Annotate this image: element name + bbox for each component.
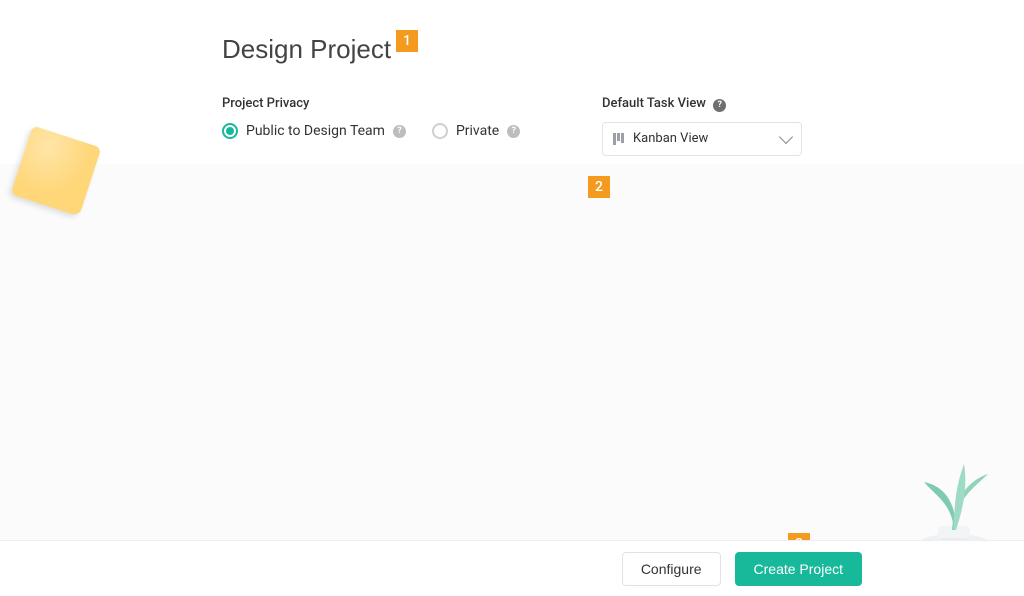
footer-bar: Configure Create Project — [0, 540, 1024, 596]
project-title-input[interactable] — [222, 34, 802, 75]
callout-badge-1: 1 — [396, 30, 418, 52]
default-view-label-text: Default Task View — [602, 96, 706, 111]
kanban-icon — [613, 133, 625, 145]
create-project-button[interactable]: Create Project — [735, 552, 862, 586]
privacy-public-radio[interactable]: Public to Design Team ? — [222, 123, 406, 139]
lower-panel — [0, 164, 1024, 596]
privacy-label: Project Privacy — [222, 96, 520, 111]
plant-icon — [894, 434, 1014, 554]
chevron-down-icon — [779, 130, 793, 144]
default-view-select[interactable]: Kanban View — [602, 122, 802, 156]
privacy-private-label: Private — [456, 123, 499, 139]
help-icon[interactable]: ? — [713, 99, 726, 112]
plant-decor — [894, 434, 1014, 554]
privacy-public-label: Public to Design Team — [246, 123, 385, 139]
configure-button[interactable]: Configure — [622, 552, 721, 586]
radio-unselected-icon — [432, 123, 448, 139]
callout-badge-2: 2 — [588, 176, 610, 198]
help-icon[interactable]: ? — [393, 125, 406, 138]
radio-selected-icon — [222, 123, 238, 139]
default-view-value: Kanban View — [633, 131, 708, 146]
help-icon[interactable]: ? — [507, 125, 520, 138]
privacy-private-radio[interactable]: Private ? — [432, 123, 520, 139]
default-view-label: Default Task View ? — [602, 96, 802, 112]
